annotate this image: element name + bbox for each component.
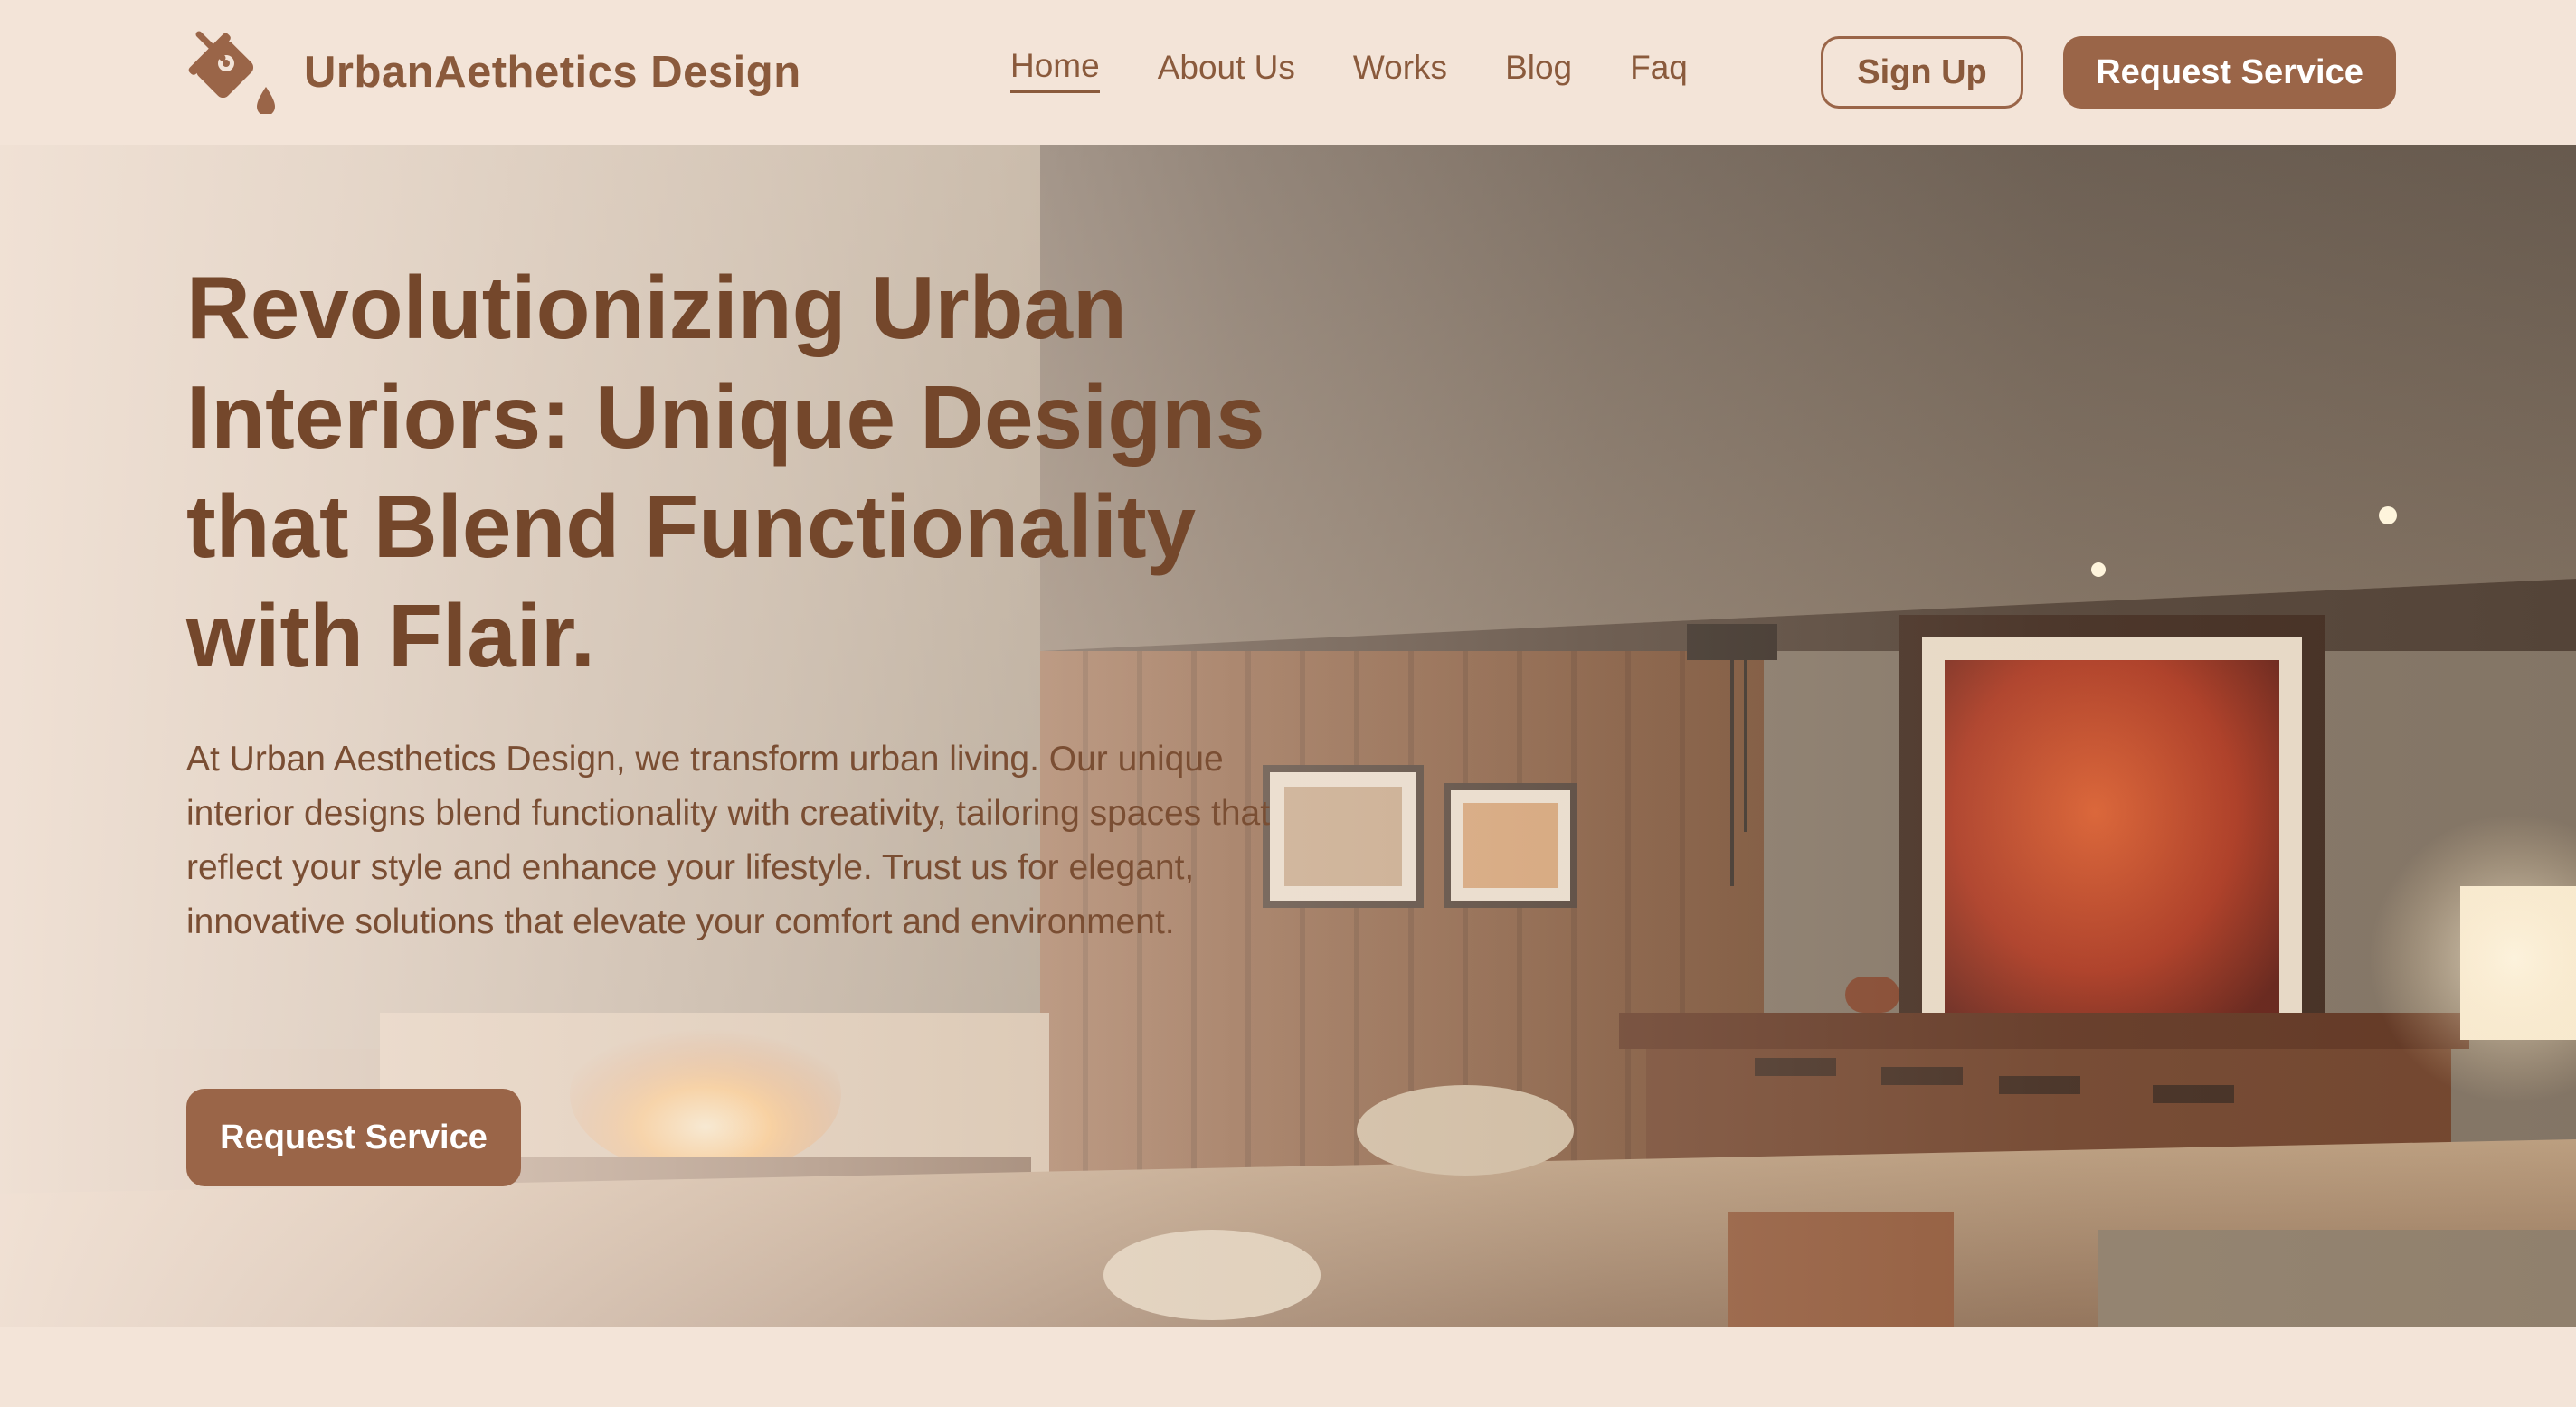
request-service-button[interactable]: Request Service (2063, 36, 2396, 109)
sign-up-button[interactable]: Sign Up (1821, 36, 2023, 109)
nav-item-about-us[interactable]: About Us (1158, 49, 1295, 92)
main-nav: Home About Us Works Blog Faq (1010, 47, 1688, 93)
hero-title: Revolutionizing Urban Interiors: Unique … (186, 258, 1265, 685)
paint-bucket-icon (188, 31, 275, 114)
brand-name: UrbanAethetics Design (304, 48, 801, 97)
nav-item-works[interactable]: Works (1353, 49, 1447, 92)
nav-item-faq[interactable]: Faq (1630, 49, 1688, 92)
hero-request-service-button[interactable]: Request Service (186, 1089, 521, 1186)
brand-logo[interactable]: UrbanAethetics Design (186, 31, 801, 114)
site-header: UrbanAethetics Design Home About Us Work… (0, 0, 2576, 145)
hero-description: At Urban Aesthetics Design, we transform… (186, 740, 1271, 941)
nav-item-home[interactable]: Home (1010, 47, 1100, 93)
hero-section: Revolutionizing Urban Interiors: Unique … (0, 145, 2576, 1327)
nav-item-blog[interactable]: Blog (1505, 49, 1572, 92)
page: UrbanAethetics Design Home About Us Work… (0, 0, 2576, 1407)
